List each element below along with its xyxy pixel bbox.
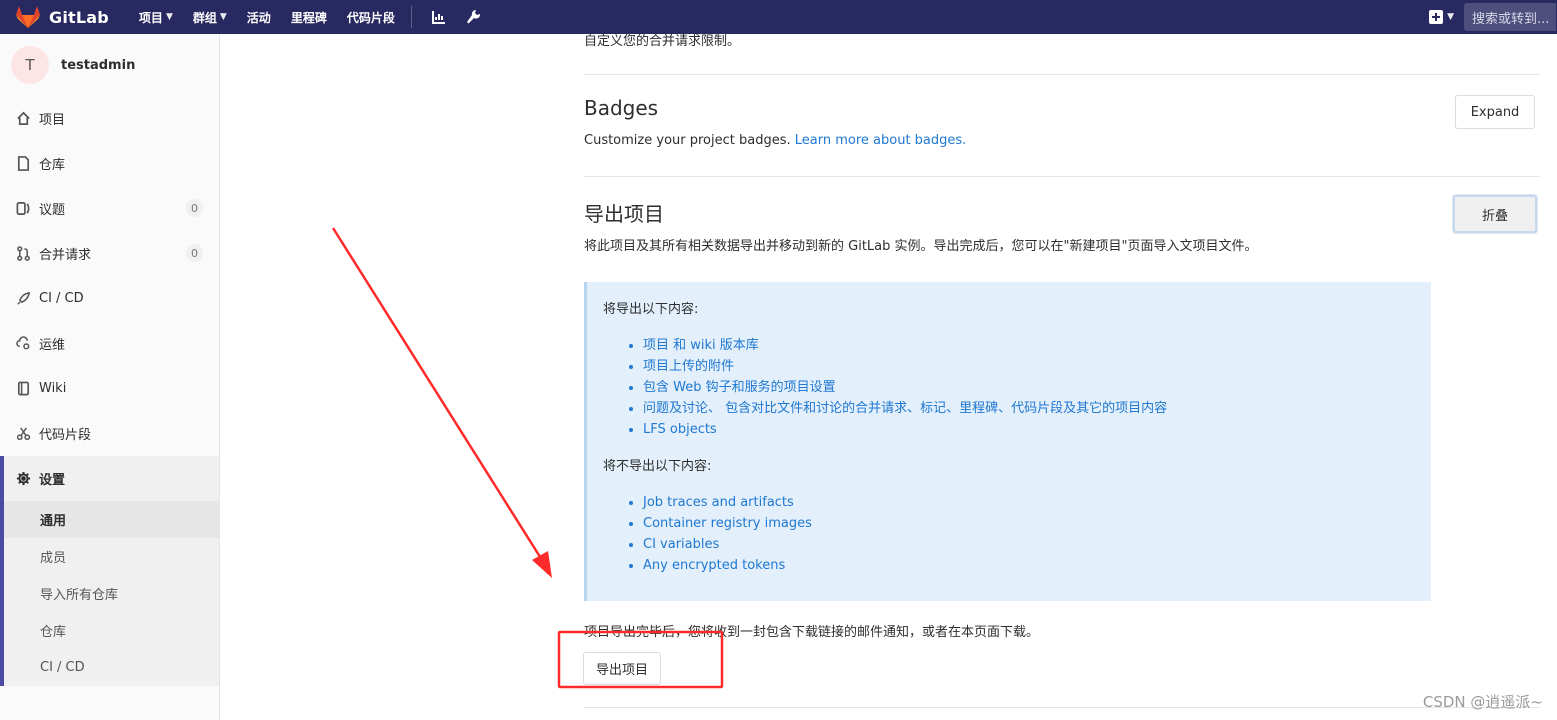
sidebar: T testadmin 项目 仓库 议题 0 合并请求 0 CI / CD 运维… [0, 34, 220, 720]
search-input[interactable]: 搜索或转到... [1464, 3, 1556, 31]
sidebar-settings-group: 设置 通用 成员 导入所有仓库 仓库 CI / CD [0, 456, 219, 686]
sidebar-item-label: 设置 [39, 473, 66, 488]
export-project-title: 导出项目 [584, 202, 664, 226]
sidebar-subitem-ci-cd[interactable]: CI / CD [4, 649, 219, 686]
exported-items-title: 将导出以下内容: [603, 302, 699, 317]
sidebar-subitem-import-repos[interactable]: 导入所有仓库 [4, 575, 219, 612]
sidebar-item-ci-cd[interactable]: CI / CD [0, 276, 219, 321]
list-item: CI variables [643, 534, 1431, 555]
export-project-desc: 将此项目及其所有相关数据导出并移动到新的 GitLab 实例。导出完成后，您可以… [584, 239, 1258, 254]
chevron-down-icon: ▼ [219, 12, 227, 22]
list-item: LFS objects [643, 419, 1431, 440]
issues-icon [16, 202, 30, 215]
sidebar-item-label: 议题 [39, 203, 66, 218]
sidebar-item-settings[interactable]: 设置 [4, 456, 219, 501]
top-navbar: GitLab 项目 ▼ 群组 ▼ 活动 里程碑 代码片段 ▼ 搜索或转到... [0, 0, 1557, 34]
exported-items-list: 项目 和 wiki 版本库 项目上传的附件 包含 Web 钩子和服务的项目设置 … [643, 335, 1431, 440]
doc-icon [17, 156, 30, 171]
section-divider [584, 707, 1540, 708]
sidebar-item-operations[interactable]: 运维 [0, 321, 219, 366]
sidebar-item-issues[interactable]: 议题 0 [0, 186, 219, 231]
sidebar-item-repository[interactable]: 仓库 [0, 141, 219, 186]
merge-request-icon [17, 246, 30, 261]
context-header[interactable]: T testadmin [0, 34, 219, 96]
chevron-down-icon: ▼ [1447, 12, 1454, 22]
sidebar-item-label: 运维 [39, 338, 66, 353]
annotation-arrow-line [331, 227, 544, 561]
nav-activity-label: 活动 [246, 10, 271, 25]
list-item: 项目上传的附件 [643, 356, 1431, 377]
watermark: CSDN @逍遥派~ [1422, 693, 1543, 711]
chart-icon[interactable] [422, 0, 456, 34]
export-collapse-button[interactable]: 折叠 [1453, 195, 1537, 233]
rocket-icon [17, 291, 31, 305]
section-divider [584, 74, 1540, 75]
nav-milestones-label: 里程碑 [290, 10, 327, 25]
sidebar-subitem-members[interactable]: 成员 [4, 538, 219, 575]
badges-expand-button[interactable]: Expand [1455, 95, 1535, 129]
list-item: 项目 和 wiki 版本库 [643, 335, 1431, 356]
nav-projects-label: 项目 [138, 10, 163, 25]
export-note: 项目导出完毕后，您将收到一封包含下载链接的邮件通知，或者在本页面下载。 [584, 625, 1040, 640]
annotation-arrow-head [532, 551, 552, 578]
chevron-down-icon: ▼ [165, 12, 173, 22]
sidebar-item-label: 项目 [39, 113, 66, 128]
list-item: Container registry images [643, 513, 1431, 534]
scissors-icon [16, 427, 31, 441]
tanuki-logo-icon [16, 6, 40, 28]
issues-count-badge: 0 [186, 199, 203, 217]
nav-activity[interactable]: 活动 [237, 0, 281, 34]
brand-name: GitLab [49, 7, 109, 27]
nav-menu: 项目 ▼ 群组 ▼ 活动 里程碑 代码片段 [129, 0, 490, 34]
list-item: 问题及讨论、 包含对比文件和讨论的合并请求、标记、里程碑、代码片段及其它的项目内… [643, 398, 1431, 419]
merge-request-settings-desc: 自定义您的合并请求限制。 [584, 34, 741, 49]
badges-desc-text: Customize your project badges. [584, 133, 791, 148]
not-exported-items-list: Job traces and artifacts Container regis… [643, 492, 1431, 576]
list-item: 包含 Web 钩子和服务的项目设置 [643, 377, 1431, 398]
cloud-gear-icon [16, 336, 30, 350]
sidebar-item-merge-requests[interactable]: 合并请求 0 [0, 231, 219, 276]
merge-requests-count-badge: 0 [186, 244, 203, 262]
badges-learn-more-link[interactable]: Learn more about badges. [795, 133, 967, 148]
sidebar-item-label: 代码片段 [39, 428, 92, 443]
sidebar-item-label: 仓库 [39, 158, 66, 173]
nav-groups[interactable]: 群组 ▼ [183, 0, 237, 34]
nav-groups-label: 群组 [192, 10, 217, 25]
sidebar-subitem-repository[interactable]: 仓库 [4, 612, 219, 649]
sidebar-item-snippets[interactable]: 代码片段 [0, 411, 219, 456]
plus-square-icon [1429, 10, 1444, 24]
nav-right: ▼ 搜索或转到... [1419, 0, 1557, 34]
wrench-icon[interactable] [456, 0, 490, 34]
sidebar-item-label: Wiki [39, 381, 67, 396]
new-dropdown-button[interactable]: ▼ [1419, 0, 1464, 34]
sidebar-subitem-general[interactable]: 通用 [4, 501, 219, 538]
section-divider [584, 176, 1540, 177]
sidebar-item-label: CI / CD [39, 291, 84, 306]
nav-projects[interactable]: 项目 ▼ [129, 0, 183, 34]
nav-separator [410, 6, 412, 28]
gitlab-logo[interactable]: GitLab [15, 0, 109, 34]
book-icon [17, 381, 30, 396]
export-project-button[interactable]: 导出项目 [583, 652, 661, 685]
badges-title: Badges [584, 96, 659, 120]
avatar: T [11, 46, 49, 84]
context-name: testadmin [61, 57, 136, 73]
list-item: Job traces and artifacts [643, 492, 1431, 513]
home-icon [17, 111, 30, 125]
gear-icon [16, 471, 31, 486]
nav-snippets-label: 代码片段 [346, 10, 395, 25]
nav-milestones[interactable]: 里程碑 [281, 0, 337, 34]
badges-desc: Customize your project badges. Learn mor… [584, 133, 966, 148]
sidebar-item-project[interactable]: 项目 [0, 96, 219, 141]
sidebar-item-wiki[interactable]: Wiki [0, 366, 219, 411]
sidebar-item-label: 合并请求 [39, 248, 92, 263]
list-item: Any encrypted tokens [643, 555, 1431, 576]
not-exported-items-title: 将不导出以下内容: [603, 459, 712, 474]
nav-snippets[interactable]: 代码片段 [337, 0, 405, 34]
export-info-box: 将导出以下内容: 项目 和 wiki 版本库 项目上传的附件 包含 Web 钩子… [584, 282, 1431, 601]
